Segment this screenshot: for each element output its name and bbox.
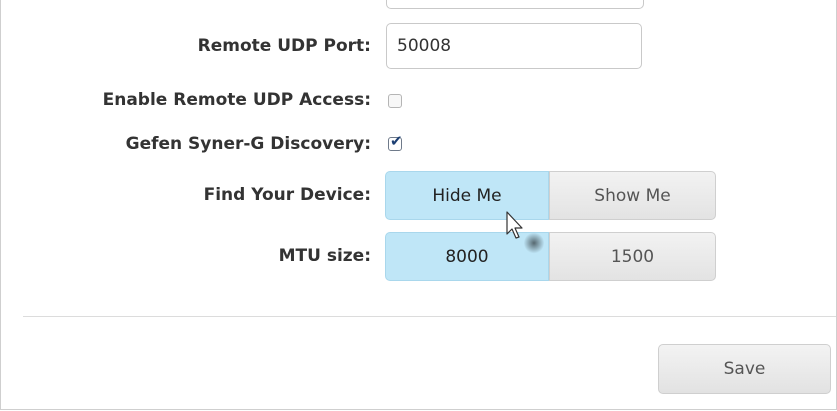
mtu-size-row: MTU size: 8000 1500 [1,232,836,281]
gefen-discovery-label: Gefen Syner-G Discovery: [125,134,371,154]
mouse-cursor-icon [506,211,523,239]
gefen-discovery-checkbox[interactable]: ✔ [388,132,403,151]
save-button[interactable]: Save [658,344,831,394]
remote-udp-port-label: Remote UDP Port: [197,36,371,56]
remote-udp-port-row: Remote UDP Port: [1,23,836,73]
remote-udp-port-input[interactable] [386,23,642,69]
cursor-shadow [524,232,544,254]
checkmark-icon: ✔ [390,132,403,150]
find-device-row: Find Your Device: Hide Me Show Me [1,171,836,220]
mtu-1500-button[interactable]: 1500 [549,232,716,281]
gefen-discovery-row: Gefen Syner-G Discovery: ✔ [1,132,836,158]
enable-remote-udp-row: Enable Remote UDP Access: [1,88,836,114]
enable-remote-udp-label: Enable Remote UDP Access: [102,90,371,110]
previous-field-input[interactable] [386,0,644,9]
settings-panel: Remote UDP Port: Enable Remote UDP Acces… [0,0,837,410]
find-device-label: Find Your Device: [203,185,371,205]
mtu-size-label: MTU size: [278,246,371,266]
divider [23,316,836,317]
show-me-button[interactable]: Show Me [549,171,716,220]
enable-remote-udp-checkbox[interactable] [388,94,402,108]
